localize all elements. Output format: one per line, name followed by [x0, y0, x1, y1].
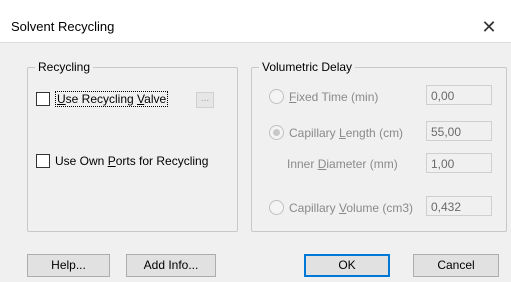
radio-dot[interactable] [269, 125, 284, 140]
fixed-time-field[interactable]: 0,00 [426, 85, 492, 105]
add-info-button[interactable]: Add Info... [126, 254, 216, 277]
capillary-volume-field[interactable]: 0,432 [426, 196, 492, 216]
inner-diameter-field[interactable]: 1,00 [426, 153, 492, 173]
capillary-length-radio[interactable]: Capillary Length (cm) [269, 125, 403, 140]
radio-dot[interactable] [269, 200, 284, 215]
use-own-ports-label: Use Own Ports for Recycling [55, 154, 209, 168]
recycling-valve-browse-button[interactable]: ... [196, 92, 214, 108]
checkbox-box[interactable] [36, 154, 50, 168]
capillary-length-label: Capillary Length (cm) [289, 125, 404, 140]
close-icon[interactable]: ✕ [467, 12, 511, 42]
radio-dot[interactable] [269, 89, 284, 104]
use-own-ports-checkbox[interactable]: Use Own Ports for Recycling [36, 154, 208, 168]
window-title: Solvent Recycling [11, 19, 115, 34]
title-bar: Solvent Recycling ✕ [0, 12, 511, 43]
recycling-group-label: Recycling [35, 60, 94, 74]
inner-diameter-label: Inner Diameter (mm) [287, 157, 398, 171]
capillary-volume-radio[interactable]: Capillary Volume (cm3) [269, 200, 413, 215]
fixed-time-label: Fixed Time (min) [289, 89, 379, 104]
checkbox-box[interactable] [36, 92, 50, 106]
capillary-volume-label: Capillary Volume (cm3) [289, 200, 414, 215]
ok-button[interactable]: OK [304, 254, 390, 277]
fixed-time-radio[interactable]: Fixed Time (min) [269, 89, 378, 104]
volumetric-delay-group-label: Volumetric Delay [259, 60, 356, 74]
use-recycling-valve-label: Use Recycling Valve [55, 91, 169, 107]
capillary-length-field[interactable]: 55,00 [426, 121, 492, 141]
cancel-button[interactable]: Cancel [413, 254, 499, 277]
use-recycling-valve-checkbox[interactable]: Use Recycling Valve [36, 91, 169, 107]
solvent-recycling-dialog: Solvent Recycling ✕ Recycling Use Recycl… [0, 0, 511, 282]
help-button[interactable]: Help... [27, 254, 110, 277]
